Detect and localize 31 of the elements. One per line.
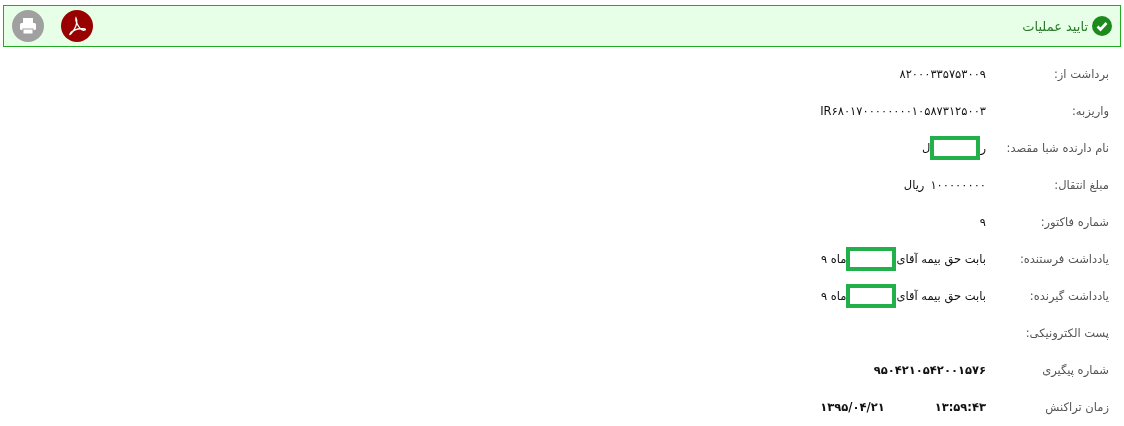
redaction-mark bbox=[846, 246, 897, 271]
field-value: ۹۵۰۴۲۱۰۵۴۲۰۰۱۵۷۶ bbox=[873, 362, 986, 377]
field-value: بابت حق بیمه آقای bbox=[896, 288, 986, 303]
date-value: ۱۳۹۵/۰۴/۲۱ bbox=[820, 399, 885, 414]
field-value: ۸۲۰۰۰۳۳۵۷۵۳۰۰۹ bbox=[899, 66, 986, 81]
field-label: شماره فاکتور: bbox=[1039, 214, 1109, 229]
field-label: شماره پیگیری bbox=[1041, 362, 1109, 377]
field-value: ۹ bbox=[979, 214, 986, 229]
pdf-icon[interactable] bbox=[61, 10, 93, 42]
field-value: ر bbox=[980, 140, 986, 155]
field-value: IR۶۸۰۱۷۰۰۰۰۰۰۰۰۱۰۵۸۷۳۱۲۵۰۰۳ bbox=[820, 103, 986, 118]
field-label: پست الکترونیکی: bbox=[1024, 325, 1109, 340]
field-label: واریزبه: bbox=[1070, 103, 1109, 118]
print-icon[interactable] bbox=[12, 10, 44, 42]
check-icon bbox=[1092, 16, 1112, 36]
field-label: نام دارنده شبا مقصد: bbox=[1005, 140, 1109, 155]
field-value: بابت حق بیمه آقای bbox=[896, 251, 986, 266]
header-title: تایید عملیات bbox=[1022, 18, 1088, 34]
redaction-mark bbox=[930, 135, 981, 160]
field-label: زمان تراکنش bbox=[1044, 399, 1109, 414]
field-label: مبلغ انتقال: bbox=[1053, 177, 1109, 192]
field-value: ل bbox=[922, 140, 931, 155]
field-label: یادداشت فرستنده: bbox=[1018, 251, 1109, 266]
redaction-mark bbox=[846, 283, 897, 308]
currency-unit: ریال bbox=[903, 177, 925, 192]
time-value: ۱۳:۵۹:۴۳ bbox=[934, 399, 986, 414]
field-label: برداشت از: bbox=[1052, 66, 1109, 81]
amount-value: ۱۰۰۰۰۰۰۰۰ bbox=[930, 177, 986, 192]
field-value: ماه ۹ bbox=[820, 288, 847, 303]
field-label: یادداشت گیرنده: bbox=[1028, 288, 1109, 303]
field-value: ماه ۹ bbox=[820, 251, 847, 266]
